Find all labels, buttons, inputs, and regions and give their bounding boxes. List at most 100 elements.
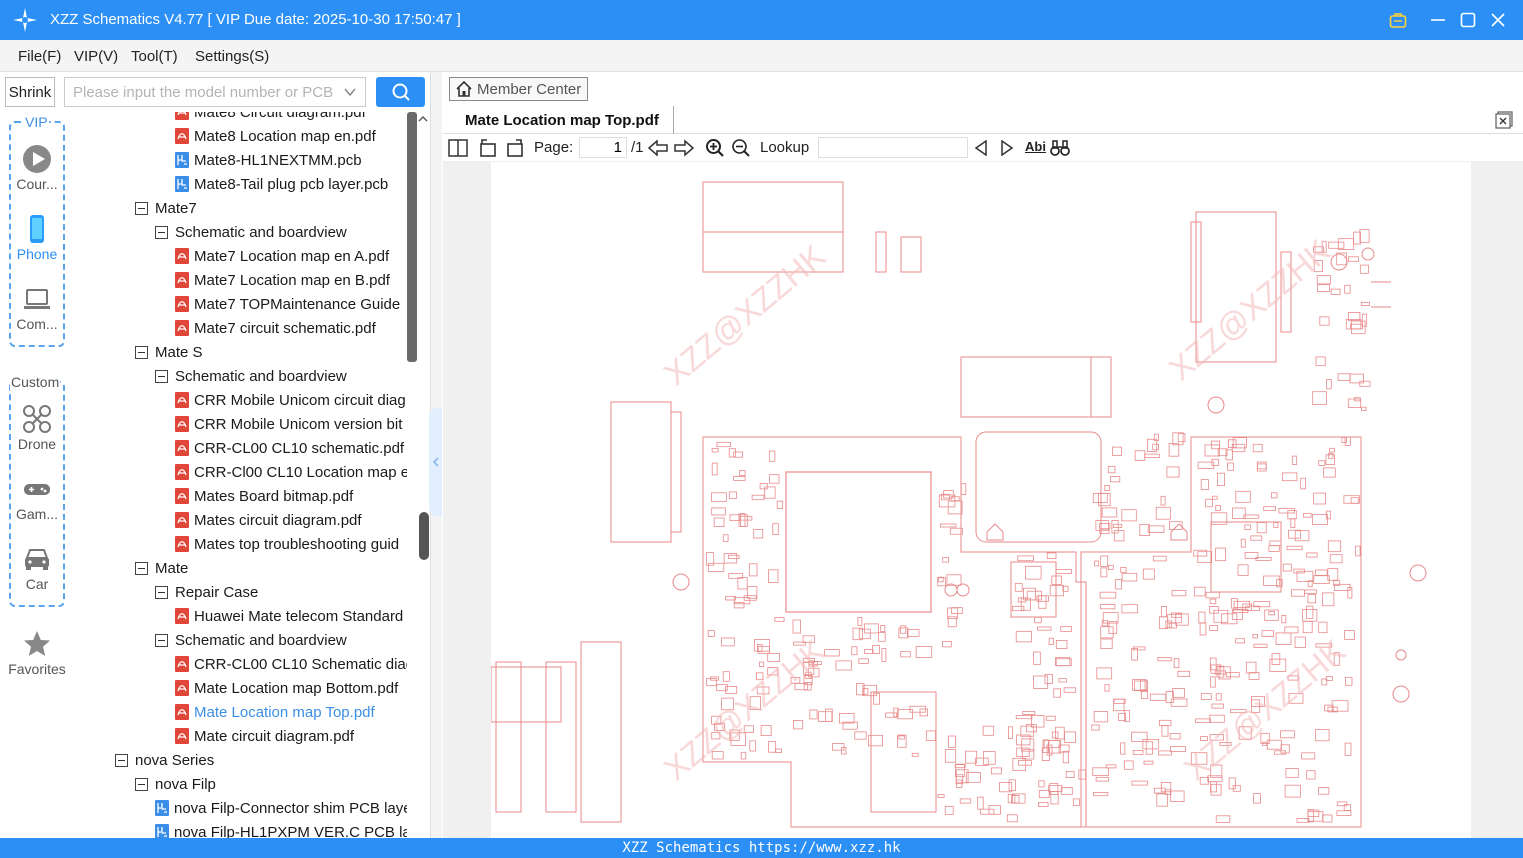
tree-file[interactable]: CRR Mobile Unicom circuit diag [175,388,407,412]
collapse-toggle-icon[interactable] [135,561,148,575]
tree-folder[interactable]: Mate [135,556,407,580]
tree-file[interactable]: Mate8-Tail plug pcb layer.pcb [175,172,407,196]
tree-folder[interactable]: Repair Case [155,580,407,604]
pcb-component [1211,703,1224,709]
tree-file[interactable]: Mate circuit diagram.pdf [175,724,407,748]
tree-folder[interactable]: Schematic and boardview [155,220,407,244]
rotate-right-button[interactable] [505,138,525,158]
zoom-out-button[interactable] [731,138,751,158]
scroll-up-arrow-icon[interactable] [418,114,428,124]
tree-folder[interactable]: nova Filp [135,772,407,796]
tree-label: Mate7 Location map en B.pdf [194,271,390,289]
category-courses[interactable]: Cour... [0,144,74,192]
rotate-left-button[interactable] [478,138,498,158]
lookup-input[interactable] [818,137,968,158]
tree-file[interactable]: Mate7 Location map en B.pdf [175,268,407,292]
collapse-toggle-icon[interactable] [135,777,148,791]
pcb-component [1168,442,1180,457]
model-search-input[interactable] [65,78,335,106]
category-favorites[interactable]: Favorites [0,629,74,677]
tree-scroll-thumb[interactable] [419,512,429,560]
pcb-component [1170,790,1185,802]
collapse-toggle-icon[interactable] [155,369,168,383]
tree-file[interactable]: Mates Board bitmap.pdf [175,484,407,508]
pcb-component [1058,678,1067,683]
close-tab-icon[interactable] [1495,111,1513,129]
menu-vip[interactable]: VIP(V) [74,48,118,65]
tree-file[interactable]: nova Filp-HL1PXPM VER.C PCB lay [155,820,407,838]
pcb-component [1101,507,1118,518]
pcb-component [1240,538,1246,548]
tree-folder[interactable]: Schematic and boardview [155,628,407,652]
pcb-component [1055,658,1072,667]
tree-file[interactable]: Mates circuit diagram.pdf [175,508,407,532]
tree-file[interactable]: Mate Location map Bottom.pdf [175,676,407,700]
collapse-toggle-icon[interactable] [155,225,168,239]
tree-file[interactable]: Mate Location map Top.pdf [175,700,407,724]
tree-file[interactable]: Mate8-HL1NEXTMM.pcb [175,148,407,172]
category-label: Favorites [8,661,66,677]
find-previous-button[interactable] [971,138,991,158]
tree-folder[interactable]: Schematic and boardview [155,364,407,388]
pcb-component [1256,522,1267,534]
category-computer[interactable]: Com... [0,284,74,332]
tree-file[interactable]: CRR-CL00 CL10 schematic.pdf [175,436,407,460]
tree-folder[interactable]: nova Series [115,748,407,772]
pcb-component [1200,479,1209,491]
pcb-component [1100,567,1108,578]
pcb-component [1294,530,1310,542]
tree-file[interactable]: Mates top troubleshooting guid [175,532,407,556]
pcb-component [1210,512,1228,525]
tab-document[interactable]: Mate Location map Top.pdf [451,106,674,134]
search-button[interactable] [376,77,425,107]
tree-file[interactable]: nova Filp-Connector shim PCB laye [155,796,407,820]
collapse-toggle-icon[interactable] [155,585,168,599]
tree-folder[interactable]: Mate7 [135,196,407,220]
tree-file[interactable]: Huawei Mate telecom Standard [175,604,407,628]
tree-file[interactable]: Mate7 circuit schematic.pdf [175,316,407,340]
pdf-toolbar: Page: /1 Lookup Abi [443,135,1523,161]
pcb-component [1134,450,1146,461]
category-drone[interactable]: Drone [0,404,74,452]
category-car[interactable]: Car [0,544,74,592]
category-phone[interactable]: Phone [0,214,74,262]
tree-file[interactable]: Mate8 Location map en.pdf [175,124,407,148]
pdf-viewer[interactable]: XZZ@XZZHK XZZ@XZZHK XZZ@XZZHK XZZ@XZZHK [443,161,1523,838]
category-game[interactable]: Gam... [0,474,74,522]
find-all-button[interactable] [1050,138,1070,158]
chevron-down-icon[interactable] [343,85,357,99]
toggle-sidebar-button[interactable] [448,138,468,158]
vip-bag-icon[interactable] [1387,9,1409,31]
close-button[interactable] [1487,9,1509,31]
pcb-component [1288,529,1301,539]
next-page-button[interactable] [674,138,694,158]
collapse-panel-handle[interactable] [429,408,442,516]
pdf-file-icon [175,128,189,144]
tree-file[interactable]: CRR-Cl00 CL10 Location map er [175,460,407,484]
page-number-input[interactable] [579,137,627,158]
tree-scrollbar[interactable] [407,112,417,362]
shrink-button[interactable]: Shrink [5,77,55,107]
model-search-combobox[interactable] [64,77,366,107]
tree-folder[interactable]: Mate S [135,340,407,364]
member-center-button[interactable]: Member Center [449,77,588,101]
tree-file[interactable]: CRR-CL00 CL10 Schematic diagr [175,652,407,676]
tree-file[interactable]: Mate8 Circuit diagram.pdf [175,112,407,124]
menu-tool[interactable]: Tool(T) [131,48,178,65]
tree-file[interactable]: Mate7 Location map en A.pdf [175,244,407,268]
tree-file[interactable]: CRR Mobile Unicom version bit [175,412,407,436]
collapse-toggle-icon[interactable] [135,345,148,359]
pcb-component [1008,726,1014,739]
maximize-button[interactable] [1457,9,1479,31]
collapse-toggle-icon[interactable] [115,753,128,767]
previous-page-button[interactable] [648,138,668,158]
minimize-button[interactable] [1427,9,1449,31]
collapse-toggle-icon[interactable] [135,201,148,215]
menu-settings[interactable]: Settings(S) [195,48,269,65]
menu-file[interactable]: File(F) [18,48,61,65]
find-next-button[interactable] [997,138,1017,158]
collapse-toggle-icon[interactable] [155,633,168,647]
tree-file[interactable]: Mate7 TOPMaintenance Guide [175,292,407,316]
zoom-in-button[interactable] [705,138,725,158]
match-case-button[interactable]: Abi [1025,139,1046,154]
